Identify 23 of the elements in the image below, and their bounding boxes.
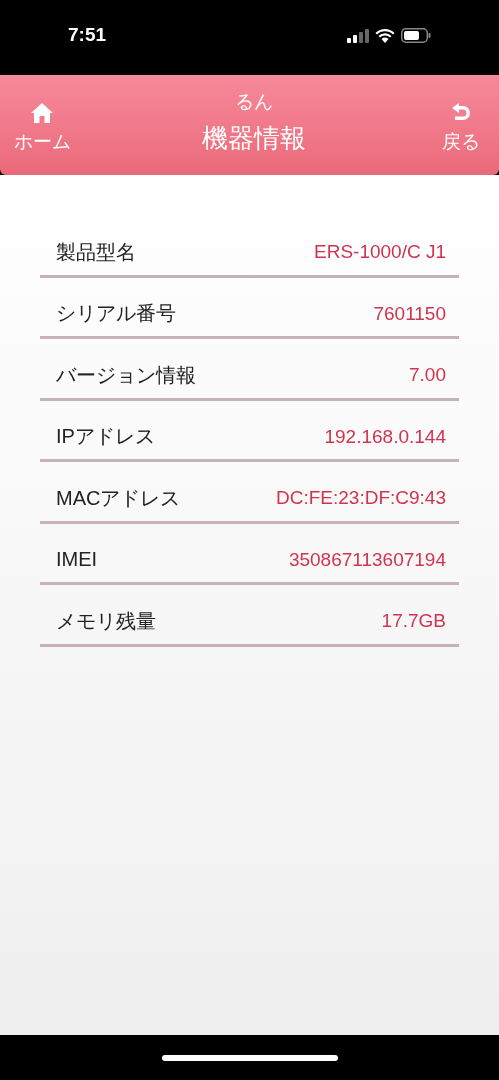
info-value: ERS-1000/C J1 xyxy=(314,240,446,264)
info-label: MACアドレス xyxy=(56,485,181,511)
info-label: 製品型名 xyxy=(56,239,136,265)
info-value: 17.7GB xyxy=(381,609,446,633)
home-button[interactable]: ホーム xyxy=(10,75,74,175)
home-icon xyxy=(30,101,54,124)
info-label: バージョン情報 xyxy=(56,362,196,388)
info-label: IMEI xyxy=(56,547,98,572)
signal-icon xyxy=(347,28,369,43)
info-value: DC:FE:23:DF:C9:43 xyxy=(276,486,446,510)
status-time: 7:51 xyxy=(68,23,107,48)
info-label: シリアル番号 xyxy=(56,301,176,326)
info-value: 192.168.0.144 xyxy=(324,424,446,449)
info-label: メモリ残量 xyxy=(56,608,156,634)
info-value: 7601150 xyxy=(373,301,446,326)
back-button[interactable]: 戻る xyxy=(433,75,489,175)
battery-icon xyxy=(401,28,431,43)
header-subtitle: るん xyxy=(234,90,273,115)
wifi-icon xyxy=(375,28,395,43)
header-title: 機器情報 xyxy=(201,121,306,155)
info-label: IPアドレス xyxy=(56,424,155,449)
info-value: 7.00 xyxy=(409,363,446,387)
info-value: 350867113607194 xyxy=(288,547,446,572)
